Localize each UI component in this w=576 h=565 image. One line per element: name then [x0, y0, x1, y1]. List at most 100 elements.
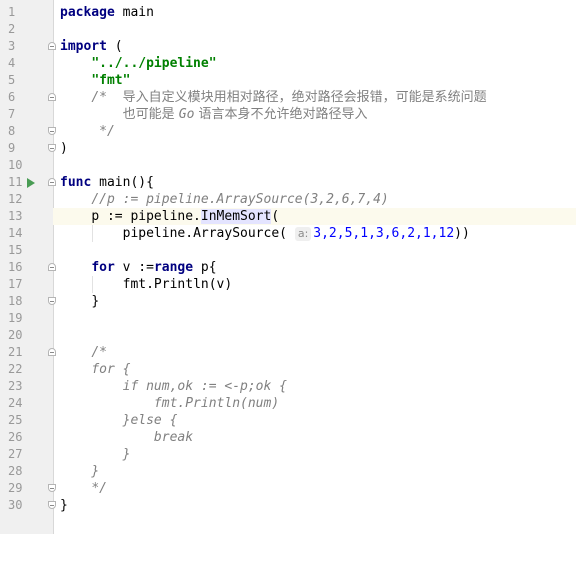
code-line[interactable]: 27 }	[0, 446, 576, 463]
code-line[interactable]: 6 /* 导入自定义模块用相对路径，绝对路径会报错，可能是系统问题	[0, 89, 576, 106]
code-editor[interactable]: 1 package main 2 3 import ( 4 "../../pip…	[0, 0, 576, 534]
code-line[interactable]: 11 func main(){	[0, 174, 576, 191]
code-text: }	[60, 498, 68, 513]
code-line[interactable]: 28 }	[0, 463, 576, 480]
comment-text: 导入自定义模块用相对路径，绝对路径会报错，可能是系统问题	[122, 90, 487, 105]
code-text: )	[60, 141, 68, 156]
comment-text: 也可能是	[122, 107, 179, 122]
keyword: range	[153, 260, 194, 275]
code-line[interactable]: 19	[0, 310, 576, 327]
keyword: for	[91, 260, 115, 275]
line-number: 19	[8, 311, 23, 325]
code-text: }	[91, 294, 100, 309]
line-number: 2	[8, 22, 16, 36]
code-text: main(){	[91, 175, 154, 190]
code-line[interactable]: 3 import (	[0, 38, 576, 55]
line-number: 5	[8, 73, 16, 87]
line-number: 9	[8, 141, 16, 155]
code-line[interactable]: 4 "../../pipeline"	[0, 55, 576, 72]
line-number: 6	[8, 90, 16, 104]
comment: }	[91, 464, 100, 479]
fold-marker-icon[interactable]	[48, 484, 56, 492]
code-line[interactable]: 24 fmt.Println(num)	[0, 395, 576, 412]
line-number: 20	[8, 328, 23, 342]
line-number: 28	[8, 464, 23, 478]
code-line[interactable]: 18 }	[0, 293, 576, 310]
code-line[interactable]: 10	[0, 157, 576, 174]
line-number: 1	[8, 5, 16, 19]
code-line[interactable]: 1 package main	[0, 4, 576, 21]
code-line[interactable]: 17 fmt.Println(v)	[0, 276, 576, 293]
line-number: 12	[8, 192, 23, 206]
current-code-line[interactable]: 13 p := pipeline.InMemSort(	[0, 208, 576, 225]
line-number: 3	[8, 39, 16, 53]
comment: /*	[91, 345, 107, 360]
code-text: fmt.Println(v)	[122, 277, 233, 292]
fold-marker-icon[interactable]	[48, 127, 56, 135]
code-line[interactable]: 30 }	[0, 497, 576, 514]
code-text: p{	[193, 260, 217, 275]
line-number: 22	[8, 362, 23, 376]
code-text: ))	[454, 226, 470, 241]
line-number: 29	[8, 481, 23, 495]
code-text: pipeline.ArraySource(	[122, 226, 287, 241]
comment: break	[153, 430, 194, 445]
code-line[interactable]: 15	[0, 242, 576, 259]
line-number: 11	[8, 175, 23, 189]
comment: }else {	[122, 413, 178, 428]
comment: for {	[91, 362, 131, 377]
fold-marker-icon[interactable]	[48, 178, 56, 186]
code-line[interactable]: 14 pipeline.ArraySource( a: 3,2,5,1,3,6,2…	[0, 225, 576, 242]
comment: */	[91, 481, 107, 496]
line-number: 13	[8, 209, 23, 223]
line-number: 18	[8, 294, 23, 308]
code-line[interactable]: 29 */	[0, 480, 576, 497]
code-line[interactable]: 23 if num,ok := <-p;ok {	[0, 378, 576, 395]
keyword: import	[60, 39, 107, 54]
code-line[interactable]: 12 //p := pipeline.ArraySource(3,2,6,7,4…	[0, 191, 576, 208]
code-text: p := pipeline.	[91, 209, 201, 224]
line-number: 24	[8, 396, 23, 410]
fold-marker-icon[interactable]	[48, 501, 56, 509]
keyword: func	[60, 175, 92, 190]
fold-marker-icon[interactable]	[48, 42, 56, 50]
line-number: 15	[8, 243, 23, 257]
comment: //p := pipeline.ArraySource(3,2,6,7,4)	[91, 192, 389, 207]
code-text: v :=	[114, 260, 154, 275]
code-line[interactable]: 26 break	[0, 429, 576, 446]
line-number: 27	[8, 447, 23, 461]
fold-marker-icon[interactable]	[48, 263, 56, 271]
code-line[interactable]: 16 for v :=range p{	[0, 259, 576, 276]
fold-marker-icon[interactable]	[48, 93, 56, 101]
line-number: 7	[8, 107, 16, 121]
code-text: (	[271, 209, 280, 224]
number-literals: 3,2,5,1,3,6,2,1,12	[313, 226, 455, 241]
fold-marker-icon[interactable]	[48, 348, 56, 356]
line-number: 21	[8, 345, 23, 359]
code-line[interactable]: 25 }else {	[0, 412, 576, 429]
parameter-hint: a:	[294, 227, 312, 241]
code-line[interactable]: 20	[0, 327, 576, 344]
fold-marker-icon[interactable]	[48, 297, 56, 305]
highlighted-identifier[interactable]: InMemSort	[200, 209, 272, 224]
code-line[interactable]: 8 */	[0, 123, 576, 140]
line-number: 4	[8, 56, 16, 70]
keyword: package	[60, 5, 115, 20]
code-line[interactable]: 22 for {	[0, 361, 576, 378]
code-line[interactable]: 21 /*	[0, 344, 576, 361]
code-line[interactable]: 5 "fmt"	[0, 72, 576, 89]
comment: */	[91, 124, 115, 139]
line-number: 17	[8, 277, 23, 291]
fold-marker-icon[interactable]	[48, 144, 56, 152]
run-gutter-icon[interactable]	[27, 178, 35, 188]
code-line[interactable]: 9 )	[0, 140, 576, 157]
line-number: 16	[8, 260, 23, 274]
code-line[interactable]: 7 也可能是 Go 语言本身不允许绝对路径导入	[0, 106, 576, 123]
line-number: 14	[8, 226, 23, 240]
code-line[interactable]: 2	[0, 21, 576, 38]
string-literal: "fmt"	[91, 73, 131, 88]
comment-text: 语言本身不允许绝对路径导入	[194, 107, 368, 122]
line-number: 26	[8, 430, 23, 444]
code-lines: 1 package main 2 3 import ( 4 "../../pip…	[0, 4, 576, 514]
line-number: 8	[8, 124, 16, 138]
